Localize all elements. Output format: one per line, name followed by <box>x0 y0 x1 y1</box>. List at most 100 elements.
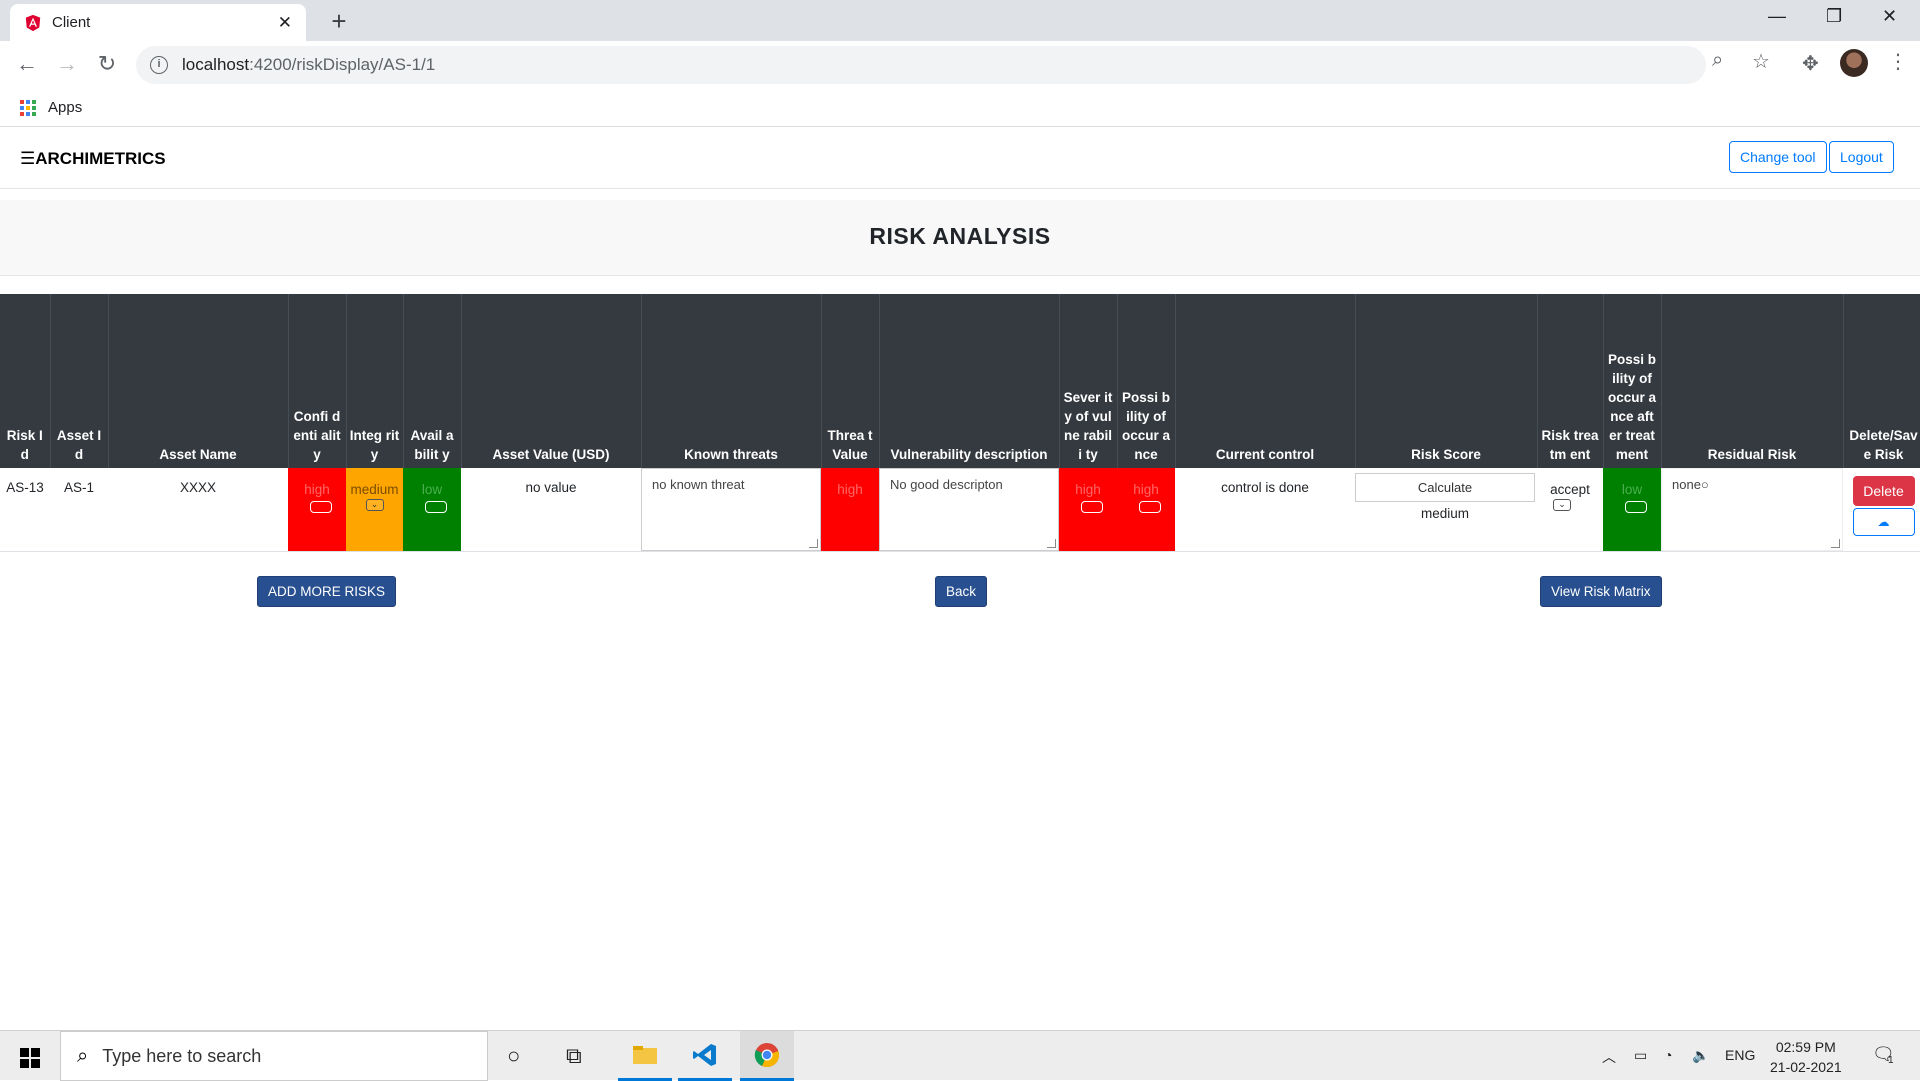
header-asset-value: Asset Value (USD) <box>461 294 642 468</box>
dropdown-toggle-icon[interactable] <box>1625 501 1647 513</box>
possibility-after-select[interactable]: low <box>1603 468 1661 552</box>
known-threats-cell: no known threat <box>641 468 821 552</box>
browser-tab-strip: Client ✕ + — ❐ ✕ <box>0 0 1920 41</box>
cell-asset-id: AS-1 <box>50 468 108 552</box>
logout-button[interactable]: Logout <box>1829 141 1894 173</box>
calculate-button[interactable]: Calculate <box>1355 473 1535 502</box>
back-arrow-icon[interactable]: ← <box>13 51 41 77</box>
taskbar-clock[interactable]: 02:59 PM 21-02-2021 <box>1770 1037 1842 1077</box>
tab-title: Client <box>52 14 91 31</box>
change-tool-button[interactable]: Change tool <box>1729 141 1827 173</box>
battery-icon[interactable]: ▭ <box>1634 1047 1647 1064</box>
volume-icon[interactable]: 🔈 <box>1692 1047 1709 1064</box>
integrity-value: medium <box>350 482 399 497</box>
header-threat-value: Threa t Value <box>821 294 880 468</box>
confidentiality-value: high <box>304 482 330 497</box>
page-title: RISK ANALYSIS <box>869 223 1051 249</box>
radio-icon[interactable]: ○ <box>1701 477 1709 492</box>
clock-time: 02:59 PM <box>1775 1039 1836 1055</box>
taskbar-search[interactable]: ⌕ Type here to search <box>60 1031 488 1081</box>
table-header-row: Risk Id Asset Id Asset Name Confi denti … <box>0 294 1920 468</box>
url-host: localhost <box>182 55 250 74</box>
possibility-select[interactable]: high <box>1117 468 1175 552</box>
header-risk-id: Risk Id <box>0 294 51 468</box>
task-view-icon[interactable]: ⧉ <box>566 1043 582 1069</box>
zoom-icon[interactable]: ⌕ <box>1712 49 1723 72</box>
add-more-risks-button[interactable]: ADD MORE RISKS <box>257 576 397 607</box>
header-confidentiality: Confi denti ality <box>288 294 347 468</box>
back-button[interactable]: Back <box>935 576 988 607</box>
page-header: RISK ANALYSIS <box>0 200 1920 276</box>
bookmark-star-icon[interactable]: ☆ <box>1752 49 1770 74</box>
risk-score-value: medium <box>1420 506 1469 521</box>
threat-value: high <box>837 482 863 497</box>
address-bar[interactable]: i localhost:4200/riskDisplay/AS-1/1 <box>136 46 1706 84</box>
new-tab-icon[interactable]: + <box>324 6 354 37</box>
threat-value-cell: high <box>821 468 879 552</box>
clock-date: 21-02-2021 <box>1770 1059 1842 1075</box>
forward-arrow-icon[interactable]: → <box>53 51 81 77</box>
brand-logo[interactable]: ☰ARCHIMETRICS <box>20 149 166 169</box>
reload-icon[interactable]: ↻ <box>93 51 121 77</box>
close-tab-icon[interactable]: ✕ <box>278 13 292 33</box>
severity-value: high <box>1075 482 1101 497</box>
chevron-down-icon[interactable]: ⌄ <box>365 499 384 511</box>
more-menu-icon[interactable]: ⋮ <box>1888 49 1908 74</box>
header-residual-risk: Residual Risk <box>1661 294 1844 468</box>
minimize-icon[interactable]: — <box>1768 6 1786 27</box>
header-integrity: Integ rity <box>346 294 404 468</box>
show-hidden-icons-icon[interactable]: ︿ <box>1602 1047 1616 1067</box>
info-icon[interactable]: i <box>150 56 168 74</box>
cell-asset-name: XXXX <box>108 468 288 552</box>
header-current-control: Current control <box>1175 294 1356 468</box>
risk-score-cell: Calculate medium <box>1355 468 1537 552</box>
vscode-icon[interactable] <box>678 1031 732 1081</box>
confidentiality-select[interactable]: high <box>288 468 346 552</box>
dropdown-toggle-icon[interactable] <box>310 501 332 513</box>
dropdown-toggle-icon[interactable] <box>1139 501 1161 513</box>
dropdown-toggle-icon[interactable] <box>1081 501 1103 513</box>
view-risk-matrix-button[interactable]: View Risk Matrix <box>1540 576 1662 607</box>
browser-toolbar: ← → ↻ i localhost:4200/riskDisplay/AS-1/… <box>0 41 1920 89</box>
cortana-icon[interactable]: ○ <box>507 1043 520 1069</box>
apps-bookmark[interactable]: Apps <box>48 99 82 116</box>
possibility-value: high <box>1133 482 1159 497</box>
risk-table: Risk Id Asset Id Asset Name Confi denti … <box>0 294 1920 552</box>
dropdown-toggle-icon[interactable] <box>425 501 447 513</box>
known-threats-textarea[interactable]: no known threat <box>641 468 821 551</box>
severity-select[interactable]: high <box>1059 468 1117 552</box>
language-indicator[interactable]: ENG <box>1725 1047 1755 1063</box>
header-possibility-after: Possi bility of occur ance after treat m… <box>1603 294 1662 468</box>
save-button[interactable]: ☁ <box>1852 508 1915 536</box>
residual-risk-value: none <box>1672 477 1701 492</box>
availability-value: low <box>421 482 443 497</box>
header-risk-treatment: Risk treatm ent <box>1537 294 1604 468</box>
vulnerability-textarea[interactable]: No good descripton <box>879 468 1059 551</box>
availability-select[interactable]: low <box>403 468 461 552</box>
file-explorer-icon[interactable] <box>618 1031 672 1081</box>
actions-cell: Delete ☁ <box>1843 468 1920 552</box>
cell-risk-id: AS-13 <box>0 468 50 552</box>
windows-start-icon[interactable] <box>20 1048 40 1068</box>
window-close-icon[interactable]: ✕ <box>1882 6 1897 27</box>
header-severity: Sever ity of vulne rabili ty <box>1059 294 1118 468</box>
restore-icon[interactable]: ❐ <box>1826 6 1842 27</box>
apps-grid-icon[interactable] <box>20 99 36 116</box>
delete-button[interactable]: Delete <box>1852 476 1915 506</box>
browser-tab[interactable]: Client ✕ <box>10 4 306 41</box>
angular-icon <box>25 14 41 31</box>
app-navbar: ☰ARCHIMETRICS Change tool Logout <box>0 127 1920 189</box>
risk-treatment-select[interactable]: accept ⌄ <box>1537 468 1603 552</box>
chevron-down-icon[interactable]: ⌄ <box>1553 499 1571 511</box>
residual-risk-textarea[interactable]: none○ <box>1661 468 1843 551</box>
header-asset-name: Asset Name <box>108 294 289 468</box>
cell-current-control: control is done <box>1175 468 1355 552</box>
bookmarks-bar: Apps <box>0 89 1920 127</box>
table-row: AS-13 AS-1 XXXX high medium ⌄ low no val… <box>0 468 1920 552</box>
chrome-icon[interactable] <box>740 1031 794 1081</box>
wifi-icon[interactable]: ◔ <box>1664 1047 1672 1063</box>
extensions-icon[interactable]: ✥ <box>1802 51 1819 76</box>
integrity-select[interactable]: medium ⌄ <box>346 468 403 552</box>
search-placeholder: Type here to search <box>102 1045 262 1066</box>
profile-avatar[interactable] <box>1840 49 1868 77</box>
